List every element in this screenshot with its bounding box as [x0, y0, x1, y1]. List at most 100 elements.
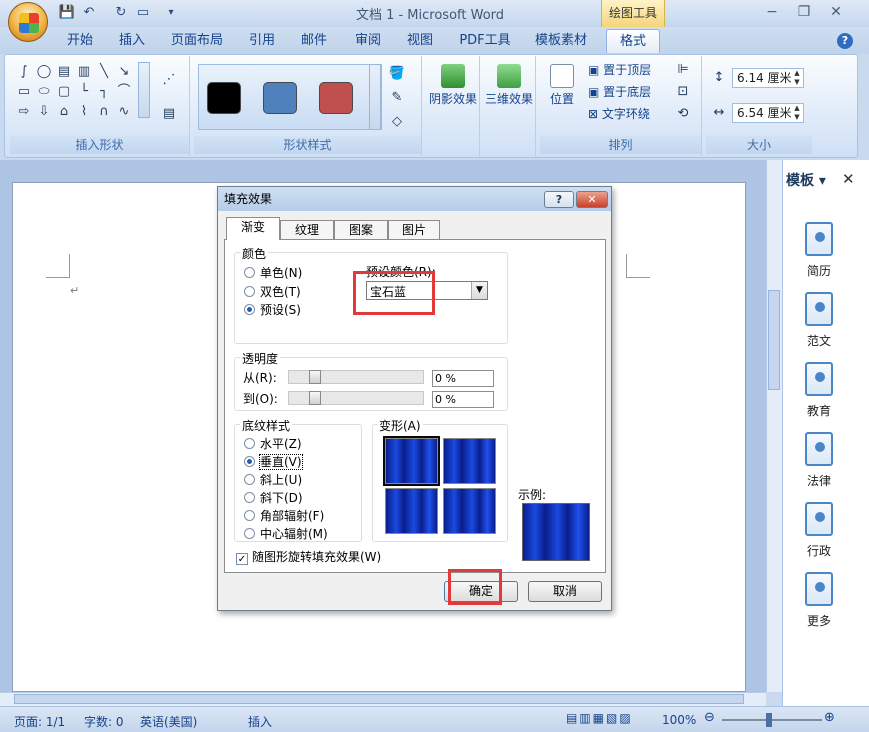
shape-outline-icon[interactable]: ✎: [386, 88, 408, 108]
shapes-gallery[interactable]: ∫ ◯ ▤ ▥ ╲ ↘ ▭ ⬭ ▢ └ ┐ ⌒ ⇨ ⇩ ⌂ ⌇ ∩ ∿: [14, 62, 144, 122]
variant-4[interactable]: [443, 488, 496, 534]
dialog-help-button[interactable]: ?: [544, 191, 574, 208]
style-swatch-black[interactable]: [207, 82, 241, 114]
transparency-from-slider[interactable]: [288, 370, 424, 384]
tab-review[interactable]: 审阅: [346, 29, 390, 53]
radio-two-colors[interactable]: 双色(T): [244, 283, 301, 300]
radio-from-corner[interactable]: 角部辐射(F): [244, 507, 324, 524]
3d-effects-button[interactable]: 三维效果: [484, 60, 534, 107]
minimize-button[interactable]: −: [758, 2, 786, 22]
change-shape-icon[interactable]: ◇: [386, 112, 408, 132]
dialog-tab-gradient[interactable]: 渐变: [226, 217, 280, 240]
status-page[interactable]: 页面: 1/1: [14, 713, 65, 730]
align-icon[interactable]: ⊫: [672, 60, 694, 80]
to-slider-thumb[interactable]: [309, 391, 321, 405]
edit-points-icon[interactable]: ⋰: [158, 70, 180, 90]
rotate-with-shape-checkbox[interactable]: ✓ 随图形旋转填充效果(W): [236, 548, 381, 565]
tab-format[interactable]: 格式: [606, 29, 660, 53]
line-shape-icon[interactable]: ╲: [95, 63, 113, 81]
pane-item-education[interactable]: 教育: [789, 362, 849, 419]
help-icon[interactable]: ?: [837, 33, 853, 49]
status-insert-mode[interactable]: 插入: [248, 713, 272, 730]
tab-references[interactable]: 引用: [240, 29, 284, 53]
textbox-shape-icon[interactable]: ▤: [55, 63, 73, 81]
dialog-tab-texture[interactable]: 纹理: [280, 220, 334, 240]
curve-shape-icon[interactable]: ∩: [95, 103, 113, 121]
shape-width-input[interactable]: 6.54 厘米 ▲ ▼: [732, 103, 804, 123]
pane-item-resume[interactable]: 简历: [789, 222, 849, 279]
dropdown-arrow-icon[interactable]: ▼: [471, 282, 487, 299]
horizontal-scroll-thumb[interactable]: [14, 694, 744, 704]
group-objects-icon[interactable]: ⊡: [672, 82, 694, 102]
zoom-slider[interactable]: [722, 719, 822, 721]
down-arrow-icon[interactable]: ⇩: [35, 103, 53, 121]
wave-shape-icon[interactable]: ∿: [115, 103, 133, 121]
pane-item-law[interactable]: 法律: [789, 432, 849, 489]
send-to-back-button[interactable]: ▣ 置于底层: [588, 83, 651, 100]
height-spinner[interactable]: ▲ ▼: [791, 69, 803, 87]
tab-page-layout[interactable]: 页面布局: [164, 29, 230, 53]
variant-3[interactable]: [385, 488, 438, 534]
draw-textbox-icon[interactable]: ▤: [158, 104, 180, 124]
tab-pdf-tools[interactable]: PDF工具: [452, 29, 518, 53]
close-button[interactable]: ✕: [822, 2, 850, 22]
elbow-connector-icon[interactable]: └: [75, 83, 93, 101]
callout-shape-icon[interactable]: ⌂: [55, 103, 73, 121]
style-gallery-scroll[interactable]: [369, 64, 381, 130]
status-language[interactable]: 英语(美国): [140, 713, 197, 730]
vertical-scrollbar[interactable]: [766, 160, 782, 692]
curve-line-icon[interactable]: ⌒: [115, 83, 133, 101]
status-zoom[interactable]: 100%: [662, 713, 696, 727]
quick-print-icon[interactable]: ▭: [134, 4, 152, 22]
dialog-tab-pattern[interactable]: 图案: [334, 220, 388, 240]
text-wrap-button[interactable]: ⊠ 文字环绕: [588, 105, 650, 122]
zoom-out-icon[interactable]: ⊖: [704, 710, 715, 725]
radio-one-color[interactable]: 单色(N): [244, 264, 302, 281]
status-words[interactable]: 字数: 0: [84, 713, 124, 730]
radio-horizontal[interactable]: 水平(Z): [244, 435, 302, 452]
variant-1[interactable]: [383, 436, 440, 486]
radio-diagonal-down[interactable]: 斜下(D): [244, 489, 303, 506]
rounded-rect-icon[interactable]: ▢: [55, 83, 73, 101]
tab-insert[interactable]: 插入: [110, 29, 154, 53]
rotate-icon[interactable]: ⟲: [672, 104, 694, 124]
shadow-effect-button[interactable]: 阴影效果: [428, 60, 478, 107]
dialog-close-button[interactable]: ✕: [576, 191, 608, 208]
position-button[interactable]: 位置: [544, 60, 580, 107]
from-slider-thumb[interactable]: [309, 370, 321, 384]
shapes-gallery-scroll[interactable]: [138, 62, 150, 118]
transparency-to-input[interactable]: 0 %: [432, 391, 494, 408]
tab-template-materials[interactable]: 模板素材: [528, 29, 594, 53]
block-arrow-icon[interactable]: ⇨: [15, 103, 33, 121]
tab-view[interactable]: 视图: [398, 29, 442, 53]
radio-diagonal-up[interactable]: 斜上(U): [244, 471, 302, 488]
close-pane-icon[interactable]: ✕: [842, 170, 855, 188]
maximize-button[interactable]: ❐: [790, 2, 818, 22]
variant-2[interactable]: [443, 438, 496, 484]
shape-height-input[interactable]: 6.14 厘米 ▲ ▼: [732, 68, 804, 88]
radio-preset[interactable]: 预设(S): [244, 301, 301, 318]
scribble-shape-icon[interactable]: ⌇: [75, 103, 93, 121]
style-swatch-red[interactable]: [319, 82, 353, 114]
office-button[interactable]: [8, 2, 48, 42]
tab-mailings[interactable]: 邮件: [292, 29, 336, 53]
transparency-from-input[interactable]: 0 %: [432, 370, 494, 387]
arrow-line-icon[interactable]: ↘: [115, 63, 133, 81]
oval-shape-icon[interactable]: ◯: [35, 63, 53, 81]
pane-item-more[interactable]: 更多: [789, 572, 849, 629]
vertical-scroll-thumb[interactable]: [768, 290, 780, 390]
tab-home[interactable]: 开始: [58, 29, 102, 53]
freeform-shape-icon[interactable]: ∫: [15, 63, 33, 81]
save-icon[interactable]: 💾: [58, 4, 76, 22]
zoom-slider-thumb[interactable]: [766, 713, 772, 727]
dialog-tab-picture[interactable]: 图片: [388, 220, 440, 240]
radio-from-center[interactable]: 中心辐射(M): [244, 525, 328, 542]
radio-vertical[interactable]: 垂直(V): [244, 453, 303, 470]
vertical-textbox-icon[interactable]: ▥: [75, 63, 93, 81]
shape-fill-icon[interactable]: 🪣: [386, 64, 408, 84]
elbow-arrow-icon[interactable]: ┐: [95, 83, 113, 101]
style-swatch-blue[interactable]: [263, 82, 297, 114]
customize-qat-icon[interactable]: ▾: [162, 4, 180, 22]
undo-icon[interactable]: ↶: [80, 4, 98, 22]
bring-to-front-button[interactable]: ▣ 置于顶层: [588, 61, 651, 78]
